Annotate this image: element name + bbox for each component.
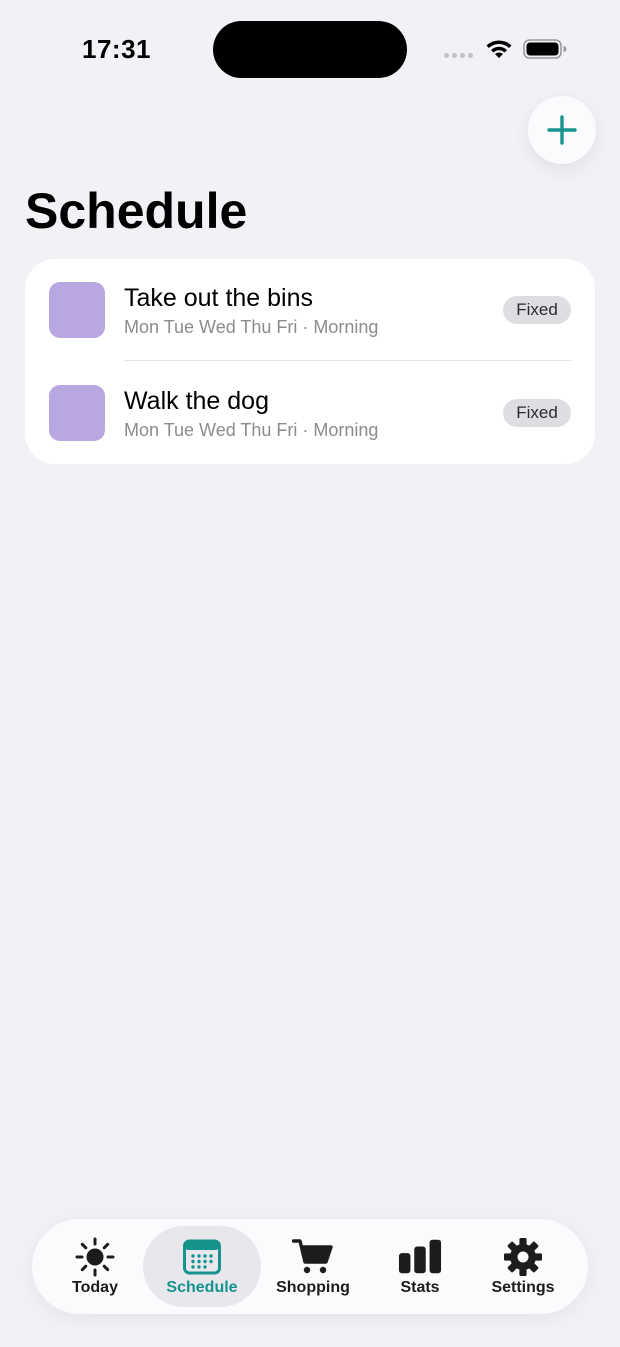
battery-icon [523, 39, 567, 59]
task-schedule: Mon Tue Wed Thu Fri · Morning [124, 317, 379, 337]
status-bar: 17:31 [0, 0, 620, 100]
fixed-badge: Fixed [503, 399, 571, 427]
row-divider [124, 360, 571, 361]
tab-label: Settings [491, 1279, 555, 1296]
tab-label: Schedule [166, 1279, 238, 1296]
tab-label: Today [72, 1279, 118, 1296]
bar-chart-icon [398, 1239, 442, 1274]
dynamic-island [213, 21, 407, 78]
task-color-swatch [49, 385, 105, 441]
task-color-swatch [49, 282, 105, 338]
tab-bar: Today Schedule Shopping Stats Settings [32, 1219, 588, 1314]
calendar-icon [183, 1239, 221, 1275]
tab-label: Stats [400, 1279, 440, 1296]
tab-shopping[interactable]: Shopping [254, 1226, 372, 1307]
tab-today[interactable]: Today [36, 1226, 154, 1307]
task-title: Walk the dog [124, 387, 269, 415]
task-row[interactable]: Take out the bins Mon Tue Wed Thu Fri · … [25, 259, 595, 361]
tab-stats[interactable]: Stats [361, 1226, 479, 1307]
add-task-button[interactable] [528, 96, 596, 164]
task-schedule: Mon Tue Wed Thu Fri · Morning [124, 420, 379, 440]
status-time: 17:31 [82, 34, 151, 64]
tab-schedule[interactable]: Schedule [143, 1226, 261, 1307]
tab-label: Shopping [276, 1279, 350, 1296]
task-title: Take out the bins [124, 284, 314, 312]
fixed-badge: Fixed [503, 296, 571, 324]
wifi-icon [486, 40, 512, 58]
task-row[interactable]: Walk the dog Mon Tue Wed Thu Fri · Morni… [25, 362, 595, 464]
plus-icon [547, 115, 577, 145]
page-title: Schedule [25, 183, 248, 239]
tab-settings[interactable]: Settings [464, 1226, 582, 1307]
cart-icon [292, 1239, 333, 1274]
cellular-signal-icon [444, 53, 473, 58]
sun-icon [75, 1237, 115, 1277]
task-list: Take out the bins Mon Tue Wed Thu Fri · … [25, 259, 595, 464]
gear-icon [504, 1238, 542, 1276]
